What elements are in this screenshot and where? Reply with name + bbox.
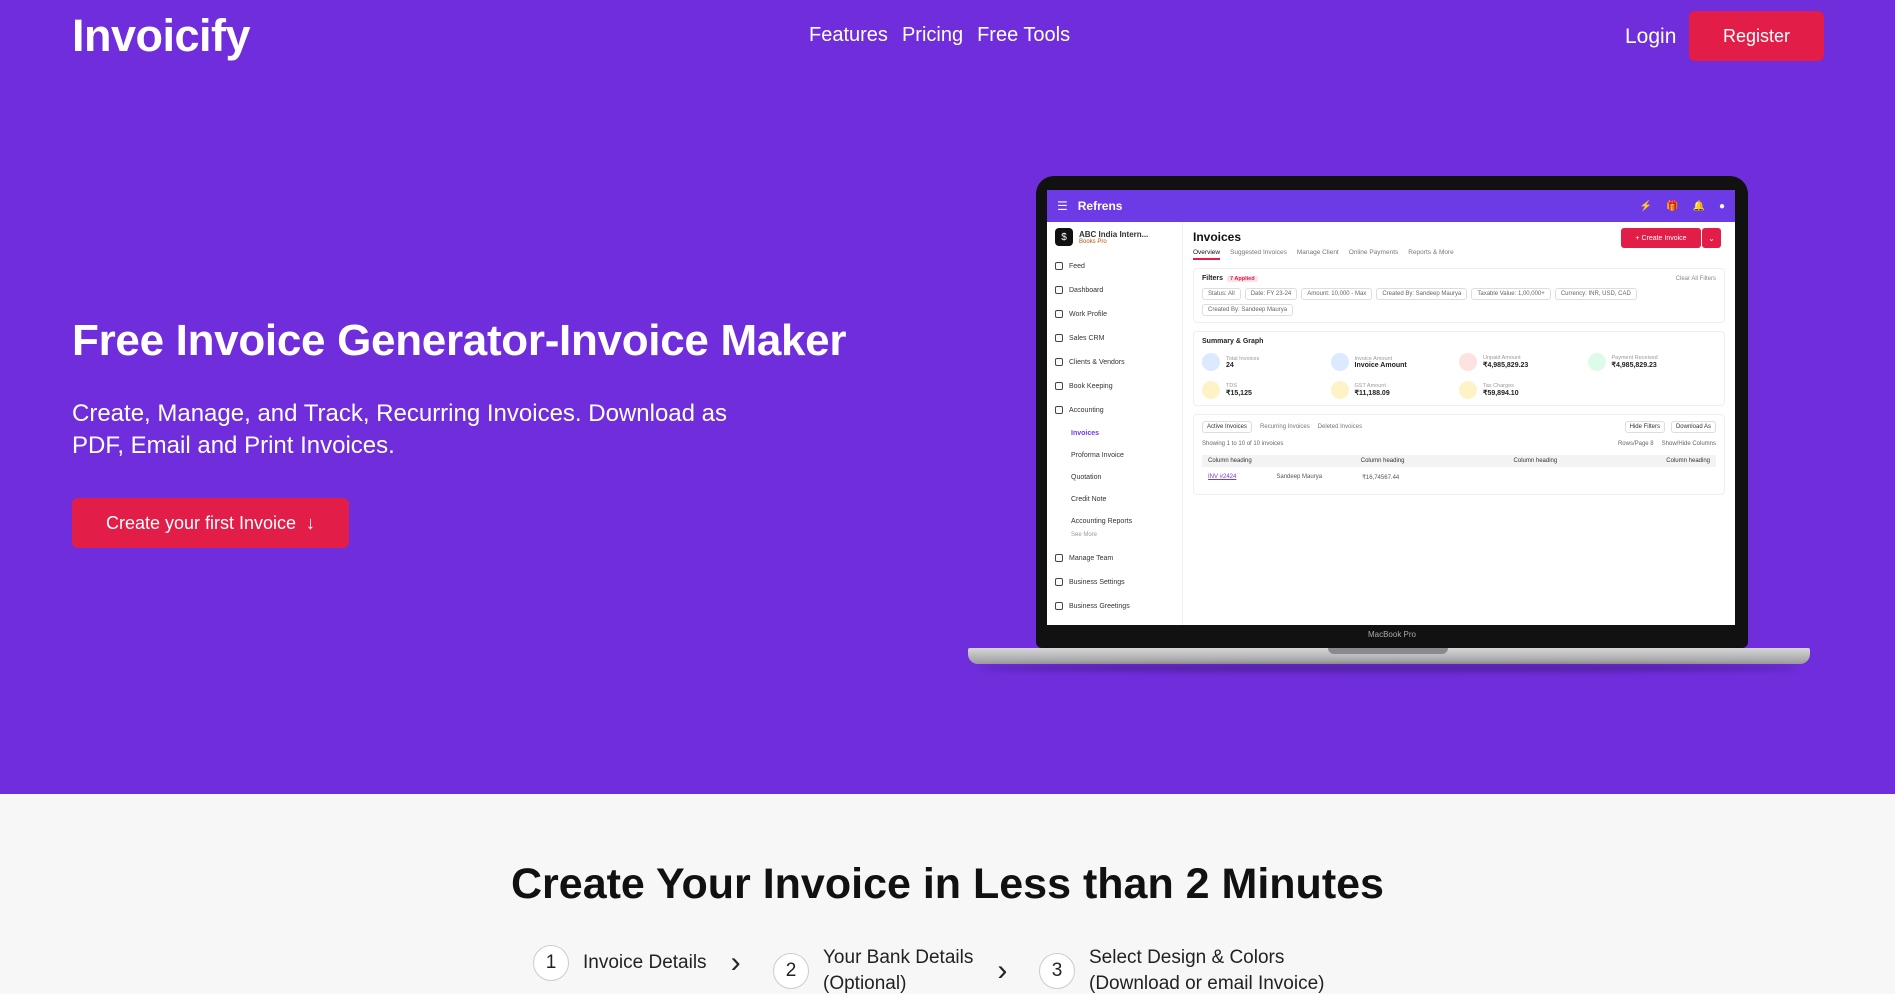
app-sidebar: $ ABC India Intern... Books Pro Feed Das… xyxy=(1047,222,1183,625)
main-nav: Features Pricing Free Tools xyxy=(809,24,1070,47)
alert-icon xyxy=(1459,353,1477,371)
sidebar-sub-proforma: Proforma Invoice xyxy=(1071,451,1124,459)
download-icon: Download As xyxy=(1670,421,1716,433)
avatar-icon: ● xyxy=(1718,200,1725,212)
stat-tds: TDS ₹15,125 xyxy=(1202,381,1331,399)
hero-subtitle: Create, Manage, and Track, Recurring Inv… xyxy=(72,400,727,459)
org-switcher: $ ABC India Intern... Books Pro xyxy=(1055,228,1174,246)
accounting-icon xyxy=(1055,406,1063,414)
step-sublabel: (Download or email Invoice) xyxy=(1089,973,1325,994)
app-tabs: Overview Suggested Invoices Manage Clien… xyxy=(1193,249,1725,260)
stat-gst: GST Amount ₹11,188.09 xyxy=(1330,381,1460,399)
register-button[interactable]: Register xyxy=(1689,11,1824,61)
sidebar-item-work-profile: Work Profile xyxy=(1055,302,1174,326)
percent-icon xyxy=(1330,381,1349,399)
sidebar-sub-invoices: Invoices xyxy=(1071,429,1100,437)
stat-total-invoices: Total Invoices 24 xyxy=(1202,353,1331,371)
bolt-icon: ⚡ xyxy=(1639,200,1653,212)
summary-card: Summary & Graph Total Invoices 24 Invoice… xyxy=(1193,331,1725,406)
menu-icon: ☰ xyxy=(1057,199,1068,213)
greetings-icon xyxy=(1055,602,1063,610)
stat-received: Payment Received ₹4,985,829.23 xyxy=(1587,353,1717,371)
filter-icon: Hide Filters xyxy=(1624,421,1665,433)
sidebar-sub-quotation: Quotation xyxy=(1071,473,1102,481)
stat-tax: Tax Charges ₹59,894.10 xyxy=(1459,381,1588,399)
filters-card: Filters 7 Applied Clear All Filters Stat… xyxy=(1193,268,1725,323)
step-label: Your Bank Details xyxy=(823,947,974,968)
filters-title: Filters xyxy=(1202,275,1224,282)
sidebar-item-book-keeping: Book Keeping xyxy=(1055,374,1174,398)
dashboard-icon xyxy=(1055,286,1063,294)
stat-unpaid: Unpaid Amount ₹4,985,829.23 xyxy=(1459,353,1588,371)
gear-icon xyxy=(1055,578,1063,586)
brand-logo[interactable]: Invoicify xyxy=(72,10,251,62)
see-more: See More xyxy=(1071,532,1098,538)
summary-title: Summary & Graph xyxy=(1202,338,1264,345)
sidebar-item-clients: Clients & Vendors xyxy=(1055,350,1174,374)
document-icon xyxy=(1202,353,1220,371)
step-label: Select Design & Colors xyxy=(1089,947,1285,968)
bell-icon: 🔔 xyxy=(1692,200,1705,212)
step-number: 1 xyxy=(533,945,569,981)
create-invoice-label: Create your first Invoice xyxy=(105,512,297,533)
app-topbar: ☰ Refrens ⚡ 🎁 🔔 ● xyxy=(1047,190,1735,222)
filter-chips: Status: All Date: FY 23-24 Amount: 10,00… xyxy=(1202,288,1716,316)
step-sublabel: (Optional) xyxy=(823,973,907,994)
laptop-shadow xyxy=(980,664,1798,672)
step-3[interactable]: 3 Select Design & Colors (Download or em… xyxy=(1039,945,1325,994)
chevron-right-icon: › xyxy=(730,946,741,979)
sidebar-item-sales-crm: Sales CRM xyxy=(1055,326,1174,350)
create-invoice-button[interactable]: Create your first Invoice ↓ xyxy=(72,498,349,548)
clients-icon xyxy=(1055,358,1063,366)
nav-link-free-tools[interactable]: Free Tools xyxy=(977,24,1070,47)
table-header: Column heading Column heading Column hea… xyxy=(1202,455,1716,467)
step-label: Invoice Details xyxy=(583,952,707,973)
stat-invoice-amount: Invoice Amount Invoice Amount xyxy=(1330,353,1460,371)
steps-title: Create Your Invoice in Less than 2 Minut… xyxy=(511,860,1384,908)
briefcase-icon xyxy=(1055,310,1063,318)
team-icon xyxy=(1055,554,1063,562)
device-label: MacBook Pro xyxy=(1367,630,1417,639)
sidebar-sub-credit-note: Credit Note xyxy=(1071,495,1107,503)
sidebar-item-feed: Feed xyxy=(1055,254,1174,278)
step-2[interactable]: 2 Your Bank Details (Optional) › xyxy=(773,945,1007,994)
chevron-right-icon: › xyxy=(997,954,1008,987)
table-row: INV #2424 Sandeep Maurya ₹16,74567.44 xyxy=(1208,474,1400,481)
sidebar-item-settings: Business Settings xyxy=(1055,570,1174,594)
sidebar-item-greetings: Business Greetings xyxy=(1055,594,1174,618)
summary-stats: Total Invoices 24 Invoice Amount Invoice A… xyxy=(1202,353,1716,399)
sidebar-item-team: Manage Team xyxy=(1055,546,1174,570)
invoice-icon xyxy=(1330,353,1349,371)
laptop-notch xyxy=(1328,648,1448,654)
nav-link-features[interactable]: Features xyxy=(809,24,888,47)
crm-icon xyxy=(1055,334,1063,342)
app-main: Invoices Overview Suggested Invoices Man… xyxy=(1183,222,1735,625)
book-icon xyxy=(1055,382,1063,390)
app-brand: Refrens xyxy=(1077,199,1123,213)
org-logo-icon: $ xyxy=(1055,228,1073,246)
login-link[interactable]: Login xyxy=(1625,25,1676,49)
app-create-invoice-button: + Create Invoice xyxy=(1621,228,1701,248)
step-1[interactable]: 1 Invoice Details › xyxy=(533,945,741,981)
step-number: 2 xyxy=(773,953,809,989)
gift-icon: 🎁 xyxy=(1666,200,1679,212)
check-icon xyxy=(1459,381,1477,399)
feed-icon xyxy=(1055,262,1063,270)
nav-link-pricing[interactable]: Pricing xyxy=(902,24,963,47)
sidebar-sub-reports: Accounting Reports xyxy=(1071,517,1133,525)
org-plan: Books Pro xyxy=(1079,238,1107,245)
invoice-table-card: Active Invoices Recurring Invoices Delet… xyxy=(1193,414,1725,495)
clear-filters: Clear All Filters xyxy=(1675,275,1716,282)
step-number: 3 xyxy=(1039,953,1075,989)
arrow-down-icon: ↓ xyxy=(306,512,316,533)
app-screenshot: ☰ Refrens ⚡ 🎁 🔔 ● $ ABC India Intern... … xyxy=(1047,190,1735,625)
sidebar-item-dashboard: Dashboard xyxy=(1055,278,1174,302)
chevron-down-icon: ⌄ xyxy=(1702,228,1721,248)
percent-icon xyxy=(1202,381,1220,399)
sidebar-item-accounting: Accounting xyxy=(1055,398,1174,422)
money-icon xyxy=(1587,353,1606,371)
filters-tag: 7 Applied xyxy=(1227,275,1258,282)
org-name: ABC India Intern... xyxy=(1079,229,1149,239)
hero-title: Free Invoice Generator-Invoice Maker xyxy=(72,316,847,365)
